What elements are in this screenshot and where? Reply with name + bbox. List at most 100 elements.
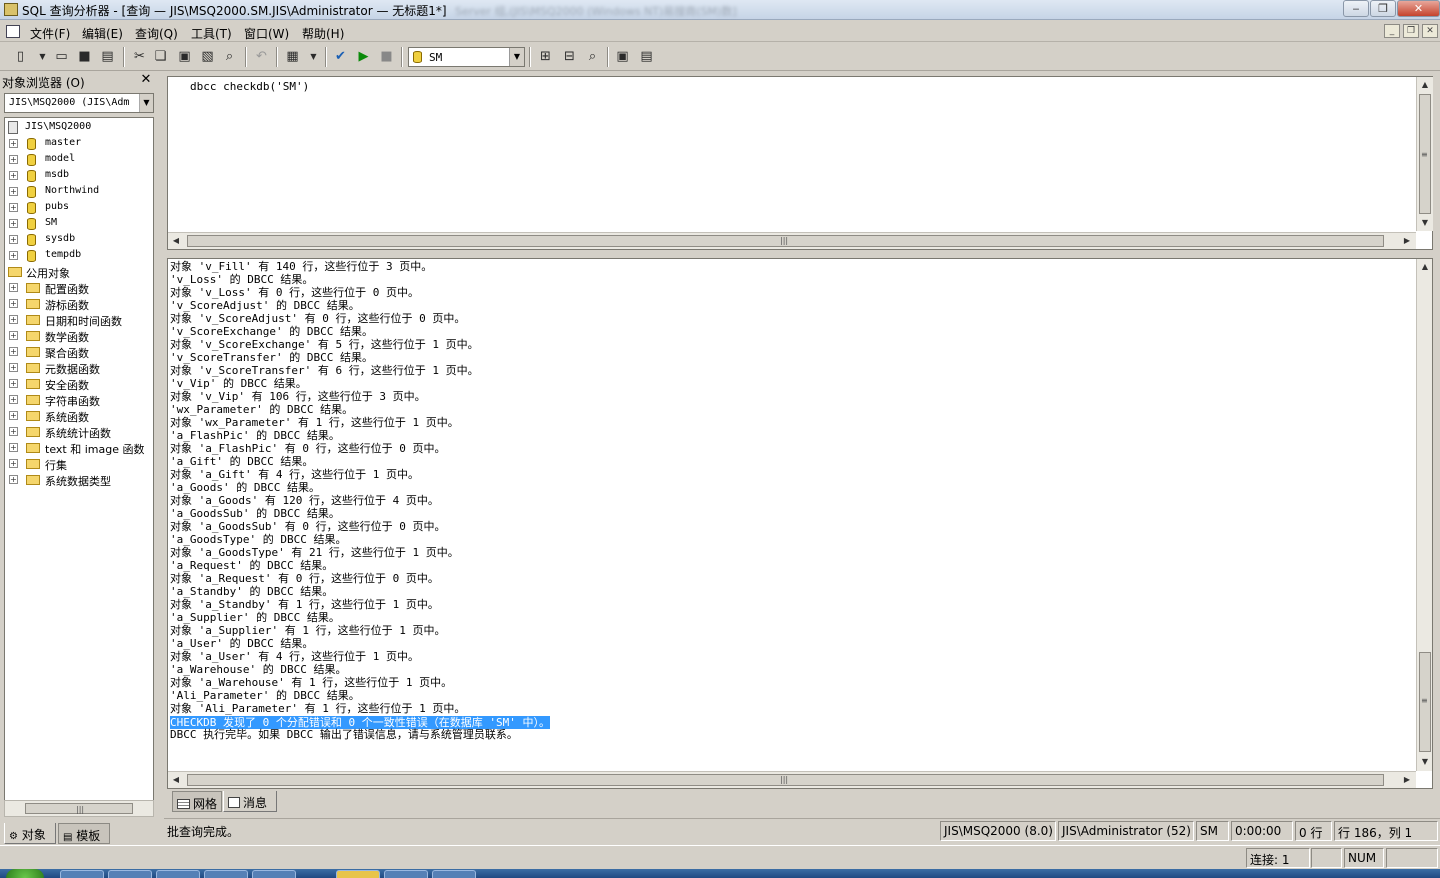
taskbar-button[interactable] (108, 870, 152, 878)
object-browser-icon[interactable]: ⊟ (561, 48, 578, 65)
message-line: 'a_Warehouse' 的 DBCC 结果。 (170, 663, 347, 676)
results-mode-dropdown-icon[interactable]: ▼ (305, 48, 322, 65)
menu-window[interactable]: 窗口(W) (244, 25, 289, 42)
object-search-icon[interactable]: ⌕ (584, 48, 601, 65)
message-line: 'a_User' 的 DBCC 结果。 (170, 637, 314, 650)
expand-icon[interactable]: + (9, 363, 18, 372)
expand-icon[interactable]: + (9, 395, 18, 404)
maximize-button[interactable]: ❐ (1370, 0, 1396, 17)
expand-icon[interactable]: + (9, 219, 18, 228)
menu-query[interactable]: 查询(Q) (135, 25, 178, 42)
query-code[interactable]: dbcc checkdb('SM') (190, 80, 309, 93)
tree-node-label: 日期和时间函数 (45, 315, 122, 328)
taskbar-button[interactable] (60, 870, 104, 878)
app-icon (4, 3, 18, 16)
scroll-up-icon[interactable]: ▲ (1417, 259, 1432, 275)
chevron-down-icon[interactable]: ▼ (139, 94, 153, 112)
insert-template-icon[interactable]: ▤ (99, 48, 116, 65)
expand-icon[interactable]: + (9, 379, 18, 388)
expand-icon[interactable]: + (9, 251, 18, 260)
document-icon[interactable] (6, 25, 20, 38)
new-query-icon[interactable]: ▯ (12, 48, 29, 65)
tab-messages[interactable]: 消息 (223, 791, 277, 812)
taskbar-button[interactable] (432, 870, 476, 878)
results-hscrollbar[interactable]: ◀ ||| ▶ (168, 771, 1416, 788)
scroll-down-icon[interactable]: ▼ (1417, 754, 1432, 770)
message-line: 对象 'a_Request' 有 0 行，这些行位于 0 页中。 (170, 572, 439, 585)
display-plan-icon[interactable]: ⊞ (537, 48, 554, 65)
menu-help[interactable]: 帮助(H) (302, 25, 344, 42)
expand-icon[interactable]: + (9, 283, 18, 292)
taskbar-button[interactable] (252, 870, 296, 878)
cut-icon[interactable]: ✂ (131, 48, 148, 65)
message-line: 对象 'a_GoodsType' 有 21 行，这些行位于 1 页中。 (170, 546, 459, 559)
expand-icon[interactable]: + (9, 427, 18, 436)
expand-icon[interactable]: + (9, 171, 18, 180)
taskbar-button[interactable] (384, 870, 428, 878)
paste-icon[interactable]: ▣ (176, 48, 193, 65)
expand-icon[interactable]: + (9, 347, 18, 356)
expand-icon[interactable]: + (9, 475, 18, 484)
cancel-query-icon[interactable]: ■ (378, 48, 395, 65)
folder-icon (26, 331, 40, 341)
clear-window-icon[interactable]: ▧ (199, 48, 216, 65)
menu-tools[interactable]: 工具(T) (191, 25, 232, 42)
tree-node-label: 聚合函数 (45, 347, 89, 360)
scroll-right-icon[interactable]: ▶ (1399, 772, 1415, 788)
expand-icon[interactable]: + (9, 187, 18, 196)
mdi-minimize-button[interactable]: _ (1384, 24, 1400, 38)
execute-query-icon[interactable]: ▶ (355, 48, 372, 65)
mdi-restore-button[interactable]: ❐ (1403, 24, 1419, 38)
server-combo[interactable]: JIS\MSQ2000 (JIS\Adm ▼ (4, 93, 154, 113)
scroll-left-icon[interactable]: ◀ (168, 233, 184, 249)
menu-edit[interactable]: 编辑(E) (82, 25, 123, 42)
expand-icon[interactable]: + (9, 155, 18, 164)
expand-icon[interactable]: + (9, 411, 18, 420)
tab-label: 网格 (193, 797, 218, 811)
mdi-close-button[interactable]: ✕ (1422, 24, 1438, 38)
taskbar-button[interactable] (204, 870, 248, 878)
chevron-down-icon[interactable]: ▼ (509, 48, 524, 66)
taskbar-button[interactable] (156, 870, 200, 878)
undo-icon[interactable]: ↶ (253, 48, 270, 65)
scroll-down-icon[interactable]: ▼ (1417, 215, 1433, 231)
new-query-dropdown-icon[interactable]: ▼ (34, 48, 51, 65)
editor-vscrollbar[interactable]: ▲ ≡ ▼ (1416, 77, 1433, 231)
expand-icon[interactable]: + (9, 315, 18, 324)
taskbar-button-active[interactable] (336, 870, 380, 878)
parse-query-icon[interactable]: ✔ (332, 48, 349, 65)
expand-icon[interactable]: + (9, 299, 18, 308)
tab-grid[interactable]: 网格 (172, 791, 222, 812)
minimize-button[interactable]: ‒ (1343, 0, 1369, 17)
expand-icon[interactable]: + (9, 331, 18, 340)
tab-objects[interactable]: ⚙ 对象 (4, 823, 56, 844)
object-browser-close-icon[interactable]: ✕ (139, 73, 153, 87)
open-folder-icon[interactable]: ▭ (53, 48, 70, 65)
status-user: JIS\Administrator (52) (1058, 821, 1194, 841)
scroll-right-icon[interactable]: ▶ (1399, 233, 1415, 249)
results-mode-icon[interactable]: ▦ (284, 48, 301, 65)
expand-icon[interactable]: + (9, 203, 18, 212)
close-button[interactable]: ✕ (1397, 0, 1440, 17)
expand-icon[interactable]: + (9, 459, 18, 468)
connection-properties-icon[interactable]: ▣ (614, 48, 631, 65)
save-icon[interactable]: ■ (76, 48, 93, 65)
menu-file[interactable]: 文件(F) (30, 25, 70, 42)
scroll-left-icon[interactable]: ◀ (168, 772, 184, 788)
copy-icon[interactable]: ❏ (152, 48, 169, 65)
results-vscrollbar[interactable]: ▲ ≡ ▼ (1416, 259, 1432, 771)
query-editor[interactable]: dbcc checkdb('SM') ▲ ≡ ▼ ◀ ||| ▶ (167, 76, 1433, 250)
message-line: 对象 'a_Supplier' 有 1 行，这些行位于 1 页中。 (170, 624, 446, 637)
scroll-up-icon[interactable]: ▲ (1417, 77, 1433, 93)
find-icon[interactable]: ⌕ (221, 48, 238, 65)
tab-templates[interactable]: ▤ 模板 (58, 823, 110, 844)
folder-icon (26, 459, 40, 469)
start-button[interactable] (6, 869, 44, 878)
editor-hscrollbar[interactable]: ◀ ||| ▶ (168, 232, 1416, 249)
expand-icon[interactable]: + (9, 235, 18, 244)
results-pane-icon[interactable]: ▤ (638, 48, 655, 65)
expand-icon[interactable]: + (9, 139, 18, 148)
expand-icon[interactable]: + (9, 443, 18, 452)
database-select[interactable]: SM ▼ (408, 47, 525, 67)
object-browser-hscrollbar[interactable]: ||| (4, 800, 154, 817)
